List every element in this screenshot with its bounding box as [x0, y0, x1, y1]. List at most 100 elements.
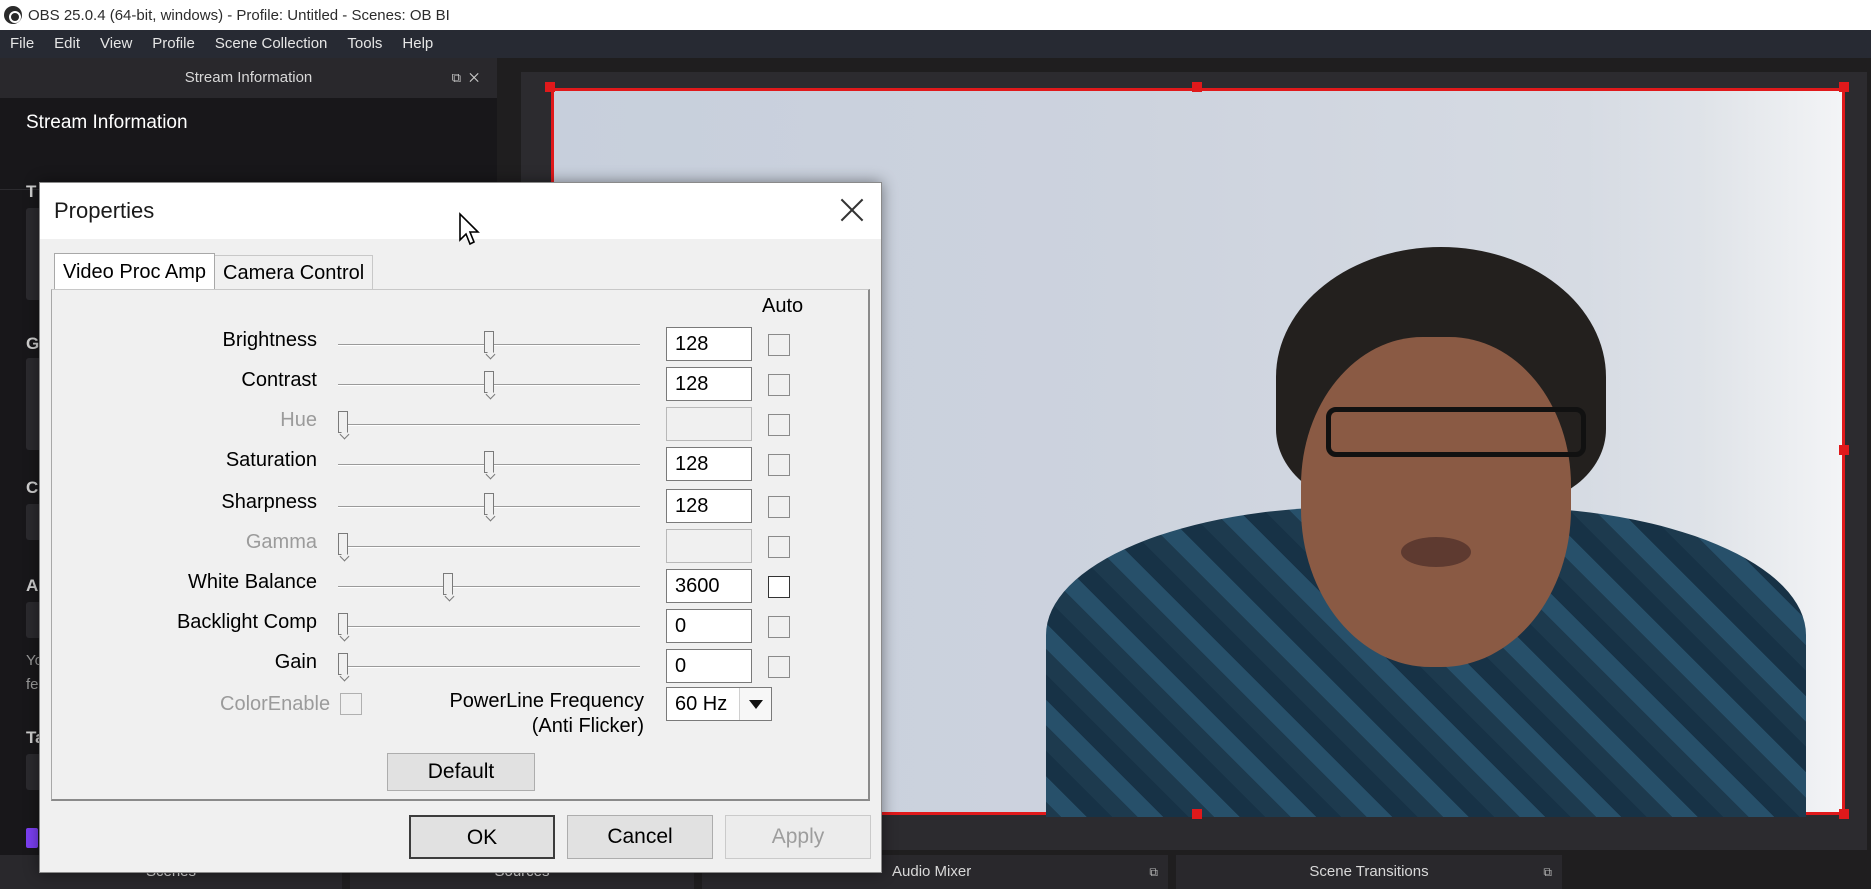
float-icon[interactable]: ⧉ [1149, 855, 1158, 889]
dock-title-bar: Stream Information ⧉✕ [0, 58, 497, 98]
dialog-title: Properties [54, 198, 155, 223]
audio-mixer-dock-title: Audio Mixer [892, 863, 972, 880]
menu-edit[interactable]: Edit [44, 30, 90, 58]
slider-track[interactable] [338, 424, 640, 426]
property-row: Sharpness 128 [40, 489, 881, 525]
slider-track[interactable] [338, 626, 640, 628]
property-value-field[interactable]: 128 [666, 447, 752, 481]
property-row: Saturation 128 [40, 447, 881, 483]
auto-checkbox[interactable] [768, 414, 790, 436]
slider-thumb[interactable] [338, 411, 348, 433]
dock-title: Stream Information [184, 69, 313, 86]
hidden-text: fe [26, 676, 39, 693]
property-label: Backlight Comp [176, 611, 317, 633]
person-face [1301, 337, 1571, 667]
menu-bar: File Edit View Profile Scene Collection … [0, 30, 1871, 58]
property-value-field[interactable]: 128 [666, 489, 752, 523]
powerline-label-line1: PowerLine Frequency [449, 690, 644, 712]
property-value-field [666, 529, 752, 563]
property-row: White Balance 3600 [40, 569, 881, 605]
auto-checkbox[interactable] [768, 536, 790, 558]
tab-camera-control[interactable]: Camera Control [215, 255, 374, 289]
resize-handle-top-left[interactable] [545, 82, 555, 92]
chevron-down-icon[interactable] [739, 688, 771, 720]
property-label: Gain [274, 651, 317, 673]
powerline-frequency-label: PowerLine Frequency (Anti Flicker) [400, 689, 644, 739]
slider-thumb[interactable] [338, 533, 348, 555]
slider-thumb[interactable] [484, 451, 494, 473]
auto-checkbox[interactable] [768, 374, 790, 396]
auto-checkbox[interactable] [768, 616, 790, 638]
slider-track[interactable] [338, 546, 640, 548]
window-title: OBS 25.0.4 (64-bit, windows) - Profile: … [28, 6, 450, 24]
auto-checkbox[interactable] [768, 496, 790, 518]
menu-scene-collection[interactable]: Scene Collection [205, 30, 338, 58]
property-value-field[interactable]: 128 [666, 327, 752, 361]
property-value-field [666, 407, 752, 441]
property-label: Brightness [222, 329, 318, 351]
property-label: Contrast [241, 369, 317, 391]
property-value-field[interactable]: 128 [666, 367, 752, 401]
property-row: Backlight Comp 0 [40, 609, 881, 645]
slider-thumb[interactable] [443, 573, 454, 595]
auto-checkbox[interactable] [768, 656, 790, 678]
properties-dialog: Properties Video Proc Amp Camera Control… [39, 182, 882, 873]
menu-profile[interactable]: Profile [142, 30, 205, 58]
menu-view[interactable]: View [90, 30, 142, 58]
property-value-field[interactable]: 0 [666, 609, 752, 643]
property-value-field[interactable]: 0 [666, 649, 752, 683]
webcam-person-image [1046, 247, 1806, 817]
dialog-tabs: Video Proc Amp Camera Control [54, 253, 374, 289]
color-enable-label: ColorEnable [220, 693, 331, 715]
person-glasses [1326, 407, 1586, 457]
resize-handle-right[interactable] [1839, 445, 1849, 455]
property-label: Sharpness [221, 491, 317, 513]
powerline-frequency-select[interactable]: 60 Hz [666, 687, 772, 721]
panel-heading: Stream Information [0, 98, 497, 190]
slider-thumb[interactable] [338, 613, 348, 635]
menu-help[interactable]: Help [392, 30, 443, 58]
slider-thumb[interactable] [484, 493, 494, 515]
hidden-field-label: G [26, 334, 40, 353]
cancel-button[interactable]: Cancel [567, 815, 713, 859]
mouse-cursor-icon [459, 212, 480, 246]
resize-handle-top-right[interactable] [1839, 82, 1849, 92]
dock-window-buttons[interactable]: ⧉✕ [452, 58, 487, 98]
slider-track[interactable] [338, 666, 640, 668]
powerline-label-line2: (Anti Flicker) [531, 715, 644, 737]
hidden-field-label: C [26, 478, 39, 497]
color-enable-checkbox[interactable] [340, 693, 362, 715]
property-value-field[interactable]: 3600 [666, 569, 752, 603]
auto-checkbox[interactable] [768, 334, 790, 356]
float-icon[interactable]: ⧉ [1543, 855, 1552, 889]
obs-app-icon [4, 6, 22, 24]
purple-button-edge[interactable] [26, 828, 38, 848]
property-row: Gamma [40, 529, 881, 565]
hidden-field-label: T [26, 182, 37, 201]
property-row: Contrast 128 [40, 367, 881, 403]
property-row: Brightness 128 [40, 327, 881, 363]
apply-button[interactable]: Apply [725, 815, 871, 859]
default-button[interactable]: Default [387, 753, 535, 791]
powerline-frequency-value: 60 Hz [675, 693, 728, 715]
auto-checkbox[interactable] [768, 576, 790, 598]
slider-thumb[interactable] [484, 371, 494, 393]
menu-tools[interactable]: Tools [337, 30, 392, 58]
close-icon[interactable] [837, 195, 867, 225]
property-label: White Balance [188, 571, 317, 593]
property-label: Gamma [245, 531, 317, 553]
hidden-field-label: A [26, 576, 39, 595]
scene-transitions-dock-header[interactable]: Scene Transitions ⧉ [1176, 855, 1562, 889]
slider-thumb[interactable] [338, 653, 348, 675]
slider-thumb[interactable] [484, 331, 494, 353]
tab-video-proc-amp[interactable]: Video Proc Amp [54, 253, 216, 289]
resize-handle-bottom[interactable] [1192, 809, 1202, 819]
slider-track[interactable] [338, 586, 640, 588]
person-mouth [1401, 537, 1471, 567]
menu-file[interactable]: File [0, 30, 44, 58]
resize-handle-top[interactable] [1192, 82, 1202, 92]
auto-column-label: Auto [762, 295, 804, 317]
auto-checkbox[interactable] [768, 454, 790, 476]
ok-button[interactable]: OK [409, 815, 555, 859]
resize-handle-bottom-right[interactable] [1839, 809, 1849, 819]
